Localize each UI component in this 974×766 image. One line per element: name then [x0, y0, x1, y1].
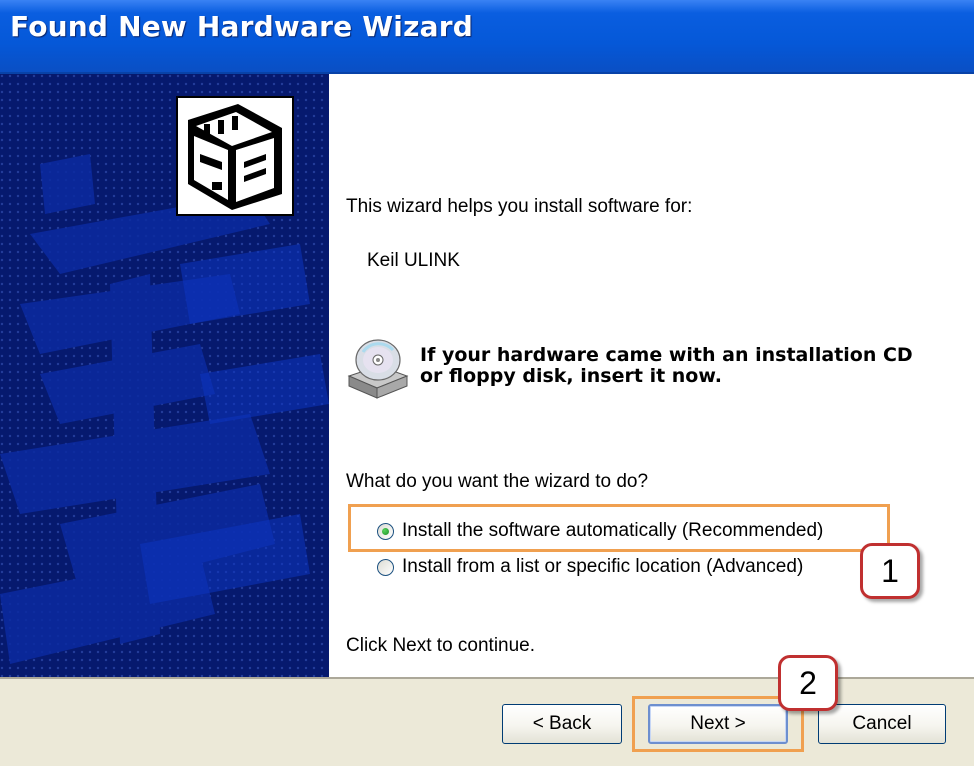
window-title: Found New Hardware Wizard: [10, 10, 473, 43]
title-bar[interactable]: Found New Hardware Wizard: [0, 0, 974, 74]
intro-text: This wizard helps you install software f…: [346, 196, 693, 217]
cd-notice-line2: or floppy disk, insert it now.: [420, 365, 722, 387]
cd-notice: If your hardware came with an installati…: [420, 345, 913, 387]
wizard-side-panel: [0, 74, 329, 677]
cd-drive-icon: [343, 336, 413, 406]
cd-notice-line1: If your hardware came with an installati…: [420, 344, 913, 366]
wizard-question: What do you want the wizard to do?: [346, 471, 649, 492]
option-install-from-list[interactable]: Install from a list or specific location…: [377, 556, 867, 580]
hardware-board-icon: [176, 96, 294, 216]
annotation-highlight-next: [632, 696, 804, 752]
back-button[interactable]: < Back: [502, 704, 622, 744]
radio-install-from-list[interactable]: [377, 559, 394, 576]
continue-text: Click Next to continue.: [346, 635, 536, 656]
device-name: Keil ULINK: [367, 250, 460, 271]
annotation-callout-1: 1: [860, 543, 920, 599]
annotation-highlight-option: [348, 504, 890, 552]
annotation-callout-2: 2: [778, 655, 838, 711]
option-label-install-from-list: Install from a list or specific location…: [402, 556, 804, 577]
cancel-button[interactable]: Cancel: [818, 704, 946, 744]
